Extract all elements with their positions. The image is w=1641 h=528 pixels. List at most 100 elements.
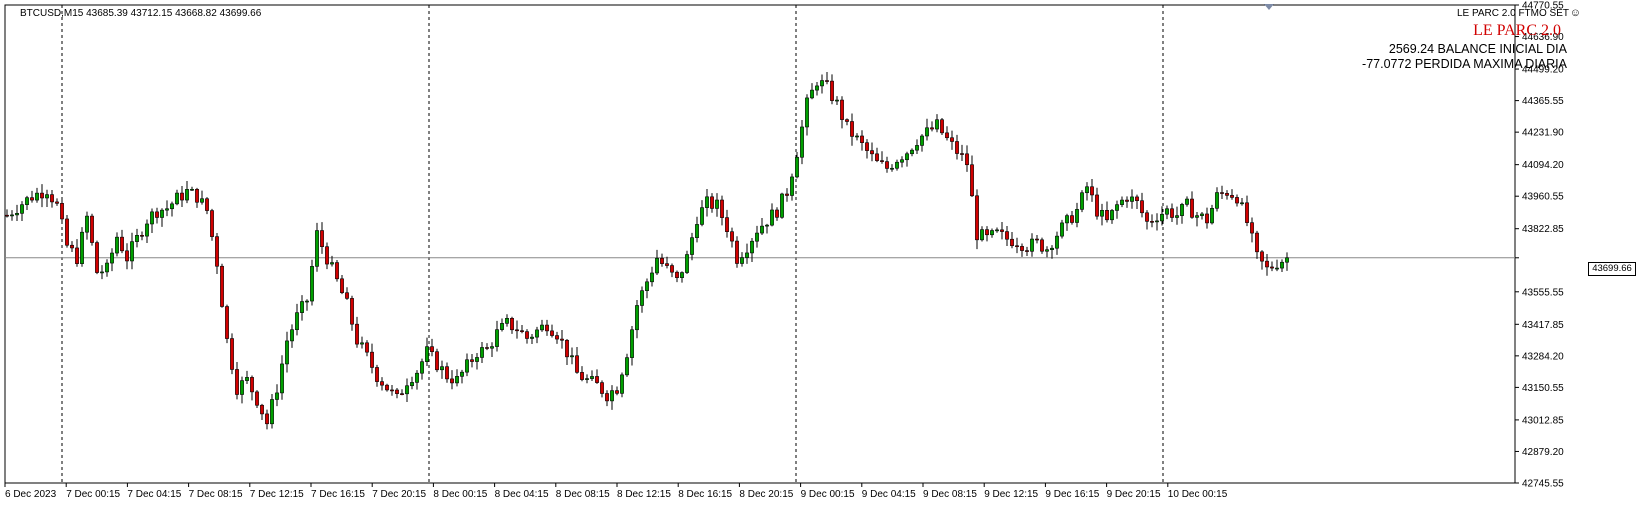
- bull-candle: [1165, 208, 1169, 215]
- bull-candle: [1195, 215, 1199, 218]
- bull-candle: [105, 262, 109, 273]
- bear-candle: [345, 292, 349, 299]
- bull-candle: [1065, 215, 1069, 224]
- bear-candle: [125, 250, 129, 262]
- bull-candle: [1155, 220, 1159, 223]
- plot-frame: [4, 4, 1516, 484]
- bear-candle: [1025, 250, 1029, 252]
- y-tick-label: 43012.85: [1522, 415, 1564, 426]
- x-tick-label: 9 Dec 00:15: [801, 489, 855, 500]
- bear-candle: [355, 323, 359, 345]
- bull-candle: [500, 323, 504, 330]
- shift-marker-icon[interactable]: [1264, 4, 1274, 10]
- bull-candle: [1080, 192, 1084, 210]
- bear-candle: [1105, 210, 1109, 221]
- bull-candle: [1050, 247, 1054, 251]
- bull-candle: [330, 262, 334, 265]
- bull-candle: [895, 161, 899, 169]
- bull-candle: [115, 236, 119, 254]
- bull-candle: [240, 380, 244, 395]
- y-tick-label: 43150.55: [1522, 383, 1564, 394]
- bull-candle: [995, 229, 999, 232]
- bull-candle: [15, 213, 19, 216]
- bull-candle: [440, 366, 444, 371]
- y-tick-label: 44231.90: [1522, 128, 1564, 139]
- bear-candle: [955, 141, 959, 154]
- bull-candle: [765, 224, 769, 227]
- bull-candle: [695, 224, 699, 238]
- bull-candle: [35, 192, 39, 201]
- bull-candle: [915, 145, 919, 151]
- bear-candle: [1220, 192, 1224, 194]
- bear-candle: [870, 150, 874, 155]
- bear-candle: [140, 235, 144, 237]
- bear-candle: [50, 194, 54, 203]
- bear-candle: [1205, 213, 1209, 224]
- y-tick-label: 44094.20: [1522, 160, 1564, 171]
- bear-candle: [95, 242, 99, 273]
- x-tick-label: 7 Dec 04:15: [127, 489, 181, 500]
- bull-candle: [175, 192, 179, 205]
- bear-candle: [445, 366, 449, 380]
- bear-candle: [1000, 229, 1004, 232]
- bear-candle: [850, 121, 854, 137]
- bear-candle: [1190, 198, 1194, 218]
- bear-candle: [65, 218, 69, 246]
- bull-candle: [360, 342, 364, 345]
- chart-area: 44770.55 44636.90 44499.20 44365.55 44231.90…: [0, 0, 1641, 528]
- x-tick-label: 8 Dec 12:15: [617, 489, 671, 500]
- bull-candle: [920, 135, 924, 146]
- bear-candle: [350, 298, 354, 325]
- bear-candle: [600, 382, 604, 394]
- bear-candle: [450, 378, 454, 384]
- bear-candle: [865, 142, 869, 151]
- bear-candle: [225, 306, 229, 339]
- bear-candle: [725, 217, 729, 232]
- bear-candle: [860, 135, 864, 143]
- bull-candle: [770, 209, 774, 226]
- bull-candle: [1285, 257, 1289, 263]
- bull-candle: [300, 301, 304, 313]
- symbol-info: BTCUSD,M15 43685.39 43712.15 43668.82 43…: [20, 8, 262, 19]
- bear-candle: [885, 161, 889, 169]
- bull-candle: [1085, 186, 1089, 194]
- bull-candle: [1075, 209, 1079, 223]
- bear-candle: [75, 247, 79, 264]
- x-tick-label: 8 Dec 04:15: [495, 489, 549, 500]
- bear-candle: [1225, 193, 1229, 196]
- bull-candle: [135, 235, 139, 242]
- bull-candle: [1120, 199, 1124, 205]
- bear-candle: [120, 236, 124, 252]
- bull-candle: [1280, 261, 1284, 269]
- x-tick-label: 8 Dec 08:15: [556, 489, 610, 500]
- bull-candle: [1045, 249, 1049, 252]
- bull-candle: [570, 355, 574, 358]
- bull-candle: [1175, 215, 1179, 218]
- x-tick-label: 6 Dec 2023: [5, 489, 57, 500]
- bull-candle: [1275, 267, 1279, 270]
- bull-candle: [815, 85, 819, 91]
- bear-candle: [1010, 238, 1014, 247]
- bear-candle: [210, 210, 214, 237]
- y-tick-label: 43417.85: [1522, 320, 1564, 331]
- y-tick-label: 43555.55: [1522, 287, 1564, 298]
- expert-advisor-title: LE PARC 2.0: [1473, 22, 1561, 39]
- bull-candle: [455, 376, 459, 384]
- bull-candle: [705, 196, 709, 208]
- bull-candle: [1180, 204, 1184, 216]
- x-tick-label: 8 Dec 00:15: [433, 489, 487, 500]
- bear-candle: [775, 209, 779, 218]
- bull-candle: [310, 266, 314, 302]
- bull-candle: [820, 80, 824, 87]
- bull-candle: [755, 232, 759, 242]
- bull-candle: [295, 312, 299, 331]
- bull-candle: [625, 357, 629, 376]
- bull-candle: [495, 329, 499, 347]
- bear-candle: [55, 201, 59, 204]
- bear-candle: [670, 265, 674, 273]
- bull-candle: [410, 382, 414, 387]
- bull-candle: [990, 230, 994, 236]
- bull-candle: [285, 340, 289, 365]
- bull-candle: [475, 357, 479, 362]
- bear-candle: [205, 198, 209, 211]
